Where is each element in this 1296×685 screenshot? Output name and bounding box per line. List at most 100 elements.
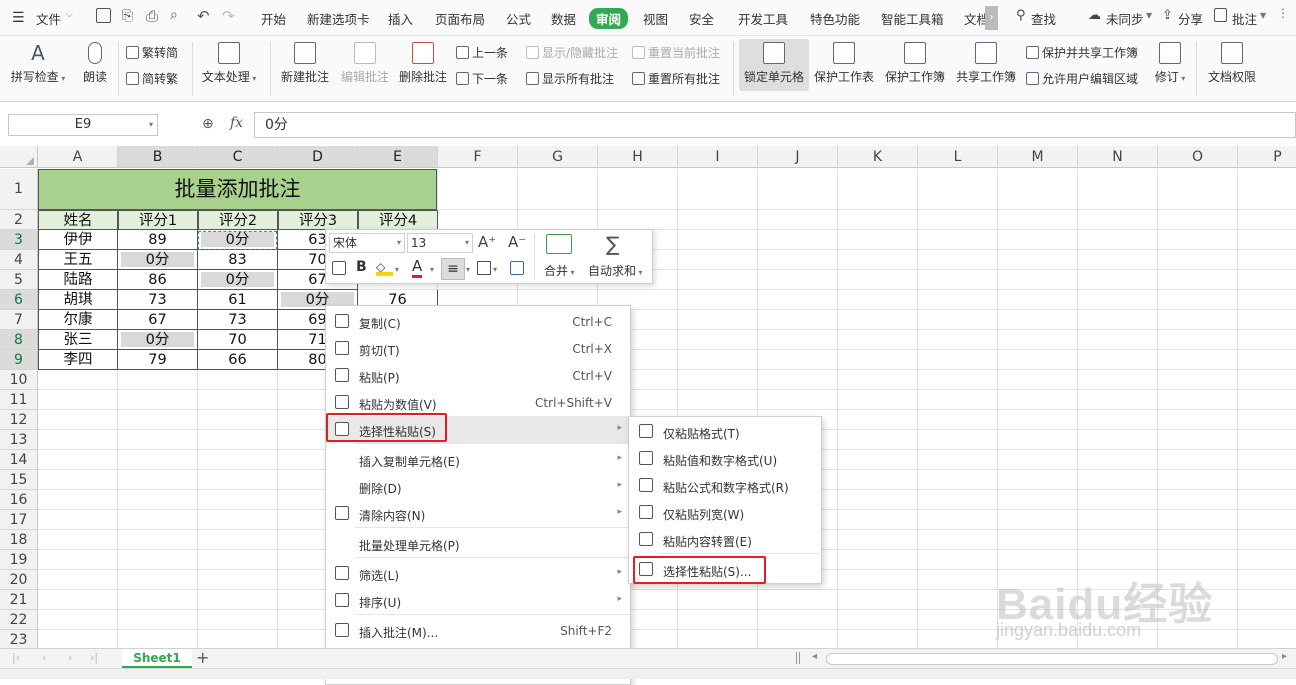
column-header-h[interactable]: H	[598, 146, 678, 168]
row-header-17[interactable]: 17	[0, 510, 38, 530]
column-header-j[interactable]: J	[758, 146, 838, 168]
read-aloud-button[interactable]: 朗读	[80, 42, 110, 85]
column-header-m[interactable]: M	[998, 146, 1078, 168]
row-header-13[interactable]: 13	[0, 430, 38, 450]
table-cell[interactable]: 79	[118, 350, 198, 370]
column-header-e[interactable]: E	[358, 146, 438, 168]
align-center-icon[interactable]: ≡	[441, 258, 465, 280]
column-header-g[interactable]: G	[518, 146, 598, 168]
column-header-i[interactable]: I	[678, 146, 758, 168]
font-size-select[interactable]: 13 ▾	[407, 233, 473, 253]
splitter-handle[interactable]	[796, 652, 800, 664]
tab-security[interactable]: 安全	[689, 9, 714, 28]
scroll-left-icon[interactable]: ◂	[812, 651, 817, 662]
share-link-icon[interactable]: ⎘	[122, 8, 133, 24]
simp-to-trad-button[interactable]: 简转繁	[126, 70, 178, 87]
lock-cell-button[interactable]: 锁定单元格	[739, 39, 809, 91]
menu-item-copy[interactable]: 复制(C) Ctrl+C	[326, 308, 630, 335]
tab-view[interactable]: 视图	[643, 9, 668, 28]
tab-page-layout[interactable]: 页面布局	[435, 9, 485, 28]
menu-item-cut[interactable]: 剪切(T) Ctrl+X	[326, 335, 630, 362]
row-header-6[interactable]: 6	[0, 290, 38, 310]
spell-check-button[interactable]: A 拼写检查 ▾	[10, 42, 66, 85]
row-header-19[interactable]: 19	[0, 550, 38, 570]
show-all-comments-button[interactable]: 显示所有批注	[526, 70, 614, 87]
border-icon[interactable]	[477, 261, 491, 275]
row-header-1[interactable]: 1	[0, 169, 38, 210]
table-cell[interactable]: 83	[198, 250, 278, 270]
comment-button[interactable]: 批注	[1232, 9, 1257, 28]
protect-workbook-button[interactable]: 保护工作簿	[884, 42, 946, 85]
formula-input[interactable]: 0分	[254, 112, 1296, 138]
tab-formula[interactable]: 公式	[506, 9, 531, 28]
doc-permissions-button[interactable]: 文档权限	[1204, 42, 1260, 85]
chevron-down-icon[interactable]: ▾	[149, 115, 153, 135]
font-name-select[interactable]: 宋体 ▾	[329, 233, 405, 253]
new-comment-button[interactable]: 新建批注	[278, 42, 332, 85]
sheet-tab-sheet1[interactable]: Sheet1	[122, 649, 192, 668]
undo-icon[interactable]: ↶	[197, 7, 210, 25]
column-header-o[interactable]: O	[1158, 146, 1238, 168]
column-header-b[interactable]: B	[118, 146, 198, 168]
row-header-7[interactable]: 7	[0, 310, 38, 330]
tab-home[interactable]: 开始	[261, 9, 286, 28]
row-header-16[interactable]: 16	[0, 490, 38, 510]
zoom-formula-icon[interactable]: ⊕	[202, 116, 214, 132]
table-cell[interactable]: 0分	[118, 250, 198, 270]
font-color-button[interactable]: A	[412, 258, 423, 278]
table-cell[interactable]: 0分	[198, 270, 278, 290]
menu-item-filter[interactable]: 筛选(L) ▸	[326, 560, 630, 587]
table-header-cell[interactable]: 评分2	[198, 210, 278, 230]
column-header-p[interactable]: P	[1238, 146, 1296, 168]
select-all-corner[interactable]	[0, 146, 38, 168]
chevron-down-icon[interactable]: ▾	[493, 265, 497, 274]
first-sheet-icon[interactable]: |‹	[12, 651, 20, 664]
chevron-down-icon[interactable]: ▼	[1146, 11, 1152, 20]
table-cell[interactable]: 张三	[38, 330, 118, 350]
chevron-down-icon[interactable]: ▾	[466, 265, 470, 274]
format-painter-icon[interactable]	[332, 261, 346, 275]
horizontal-scrollbar[interactable]	[826, 653, 1278, 665]
reset-all-comments-button[interactable]: 重置所有批注	[632, 70, 720, 87]
protect-sheet-button[interactable]: 保护工作表	[813, 42, 875, 85]
menu-item-clear-contents[interactable]: 清除内容(N) ▸	[326, 500, 630, 527]
add-sheet-button[interactable]: +	[196, 648, 209, 667]
submenu-item-paste-transpose[interactable]: 粘贴内容转置(E)	[629, 526, 821, 553]
next-comment-button[interactable]: 下一条	[456, 70, 508, 87]
tab-features[interactable]: 特色功能	[810, 9, 860, 28]
row-header-23[interactable]: 23	[0, 630, 38, 648]
column-header-n[interactable]: N	[1078, 146, 1158, 168]
table-cell[interactable]: 73	[198, 310, 278, 330]
save-icon[interactable]	[96, 8, 111, 23]
chevron-down-icon[interactable]: ▾	[395, 265, 399, 274]
row-header-22[interactable]: 22	[0, 610, 38, 630]
tab-smart-tools[interactable]: 智能工具箱	[881, 9, 944, 28]
row-header-5[interactable]: 5	[0, 270, 38, 290]
bold-button[interactable]: B	[356, 259, 367, 275]
table-cell[interactable]: 67	[118, 310, 198, 330]
allow-edit-ranges-button[interactable]: 允许用户编辑区域	[1026, 70, 1138, 87]
merge-button[interactable]: 合并 ▾	[544, 262, 575, 279]
tab-developer[interactable]: 开发工具	[738, 9, 788, 28]
menu-item-insert-copied-cells[interactable]: 插入复制单元格(E) ▸	[326, 446, 630, 473]
menu-item-insert-comment[interactable]: 插入批注(M)... Shift+F2	[326, 617, 630, 644]
table-header-cell[interactable]: 评分4	[358, 210, 438, 230]
next-sheet-icon[interactable]: ›	[68, 651, 72, 664]
tab-new[interactable]: 新建选项卡	[307, 9, 370, 28]
row-header-15[interactable]: 15	[0, 470, 38, 490]
menu-item-paste-values[interactable]: 粘贴为数值(V) Ctrl+Shift+V	[326, 389, 630, 416]
redo-icon[interactable]: ↷	[222, 7, 235, 25]
row-header-10[interactable]: 10	[0, 370, 38, 390]
table-cell[interactable]: 89	[118, 230, 198, 250]
last-sheet-icon[interactable]: ›|	[90, 651, 98, 664]
clear-format-icon[interactable]	[510, 261, 524, 275]
column-header-k[interactable]: K	[838, 146, 918, 168]
table-cell[interactable]: 胡琪	[38, 290, 118, 310]
text-processing-button[interactable]: 文本处理 ▾	[200, 42, 258, 85]
file-menu[interactable]: 文件	[36, 9, 61, 28]
table-cell[interactable]: 陆路	[38, 270, 118, 290]
hamburger-icon[interactable]: ☰	[12, 10, 25, 26]
share-workbook-button[interactable]: 共享工作簿	[955, 42, 1017, 85]
column-header-c[interactable]: C	[198, 146, 278, 168]
row-header-8[interactable]: 8	[0, 330, 38, 350]
